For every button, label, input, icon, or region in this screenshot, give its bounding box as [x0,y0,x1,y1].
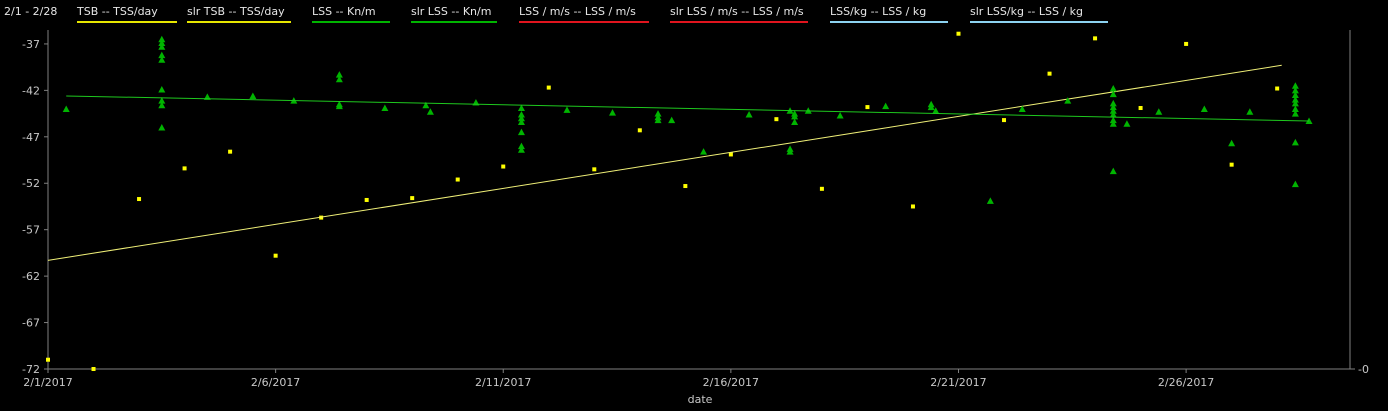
tsb-regression-line [47,64,1282,261]
y-tick-label: -62 [22,270,40,283]
x-tick-label: 2/26/2017 [1158,376,1214,389]
lss-point [1291,180,1299,188]
lss-point [1123,120,1131,127]
y-tick-label: -67 [22,317,40,330]
x-axis-title: date [688,393,713,406]
tsb-point [1093,36,1098,41]
chart-svg: -37 -42 -47 -52 -57 -62 -67 -72 -0 2/1/2017 2/6/20… [22,30,1369,406]
tsb-point [910,204,915,209]
tsb-point [137,197,142,202]
y-tick-label: -42 [22,84,40,97]
lss-point [381,104,389,112]
tsb-point [91,367,96,371]
tsb-point [1229,162,1234,167]
lss-point [1109,85,1117,92]
x-tick-label: 2/16/2017 [703,376,759,389]
lss-point [791,118,799,125]
tsb-point [228,149,233,154]
tsb-point [1138,106,1143,111]
lss-point [745,111,753,118]
lss-regression-line [66,95,1310,122]
y-tick-label: -72 [22,363,40,376]
tsb-point [819,186,824,191]
y-tick-label: -52 [22,177,40,190]
x-tick-label: 2/21/2017 [930,376,986,389]
x-tick-label: 2/11/2017 [475,376,531,389]
lss-point [986,197,994,204]
lss-point [836,111,844,119]
chart-panel: 2/1 - 2/28 TSB -- TSS/day slr TSB -- TSS/… [0,0,1388,411]
tsb-point [1184,41,1189,46]
tsb-point [46,357,50,362]
x-tick-label: 2/6/2017 [251,376,300,389]
lss-point [700,148,708,155]
y-right-tick-label: -0 [1358,363,1369,376]
lss-point [609,109,617,116]
lss-point [1291,138,1299,146]
lss-point [668,116,676,124]
tsb-point [410,196,415,201]
lss-point [62,105,70,112]
lss-point [426,108,434,115]
tsb-point [364,197,369,202]
tsb-point [546,85,551,90]
tsb-point [1275,86,1280,91]
lss-point [1155,108,1163,115]
lss-point [563,106,571,113]
tsb-point [865,105,870,110]
tsb-point [637,128,642,133]
tsb-point [774,117,779,122]
lss-point [882,102,890,110]
tsb-point [1002,118,1007,123]
lss-point [158,85,166,93]
tsb-point [956,31,961,36]
lss-point [1064,97,1072,104]
lss-point [1109,167,1117,175]
tsb-point [455,177,460,182]
x-tick-label: 2/1/2017 [23,376,72,389]
lss-point [1246,108,1254,115]
lss-point [517,128,525,136]
y-tick-label: -47 [22,131,40,144]
lss-point [158,124,166,131]
lss-point [1200,105,1208,112]
tsb-point [592,167,597,172]
lss-point [249,92,257,99]
tsb-point [501,164,506,169]
y-tick-label: -37 [22,38,40,51]
tsb-point [683,184,688,189]
lss-point [1228,139,1236,147]
tsb-point [182,166,187,171]
y-tick-label: -57 [22,224,40,237]
tsb-point [273,253,278,258]
tsb-point [1047,71,1052,76]
